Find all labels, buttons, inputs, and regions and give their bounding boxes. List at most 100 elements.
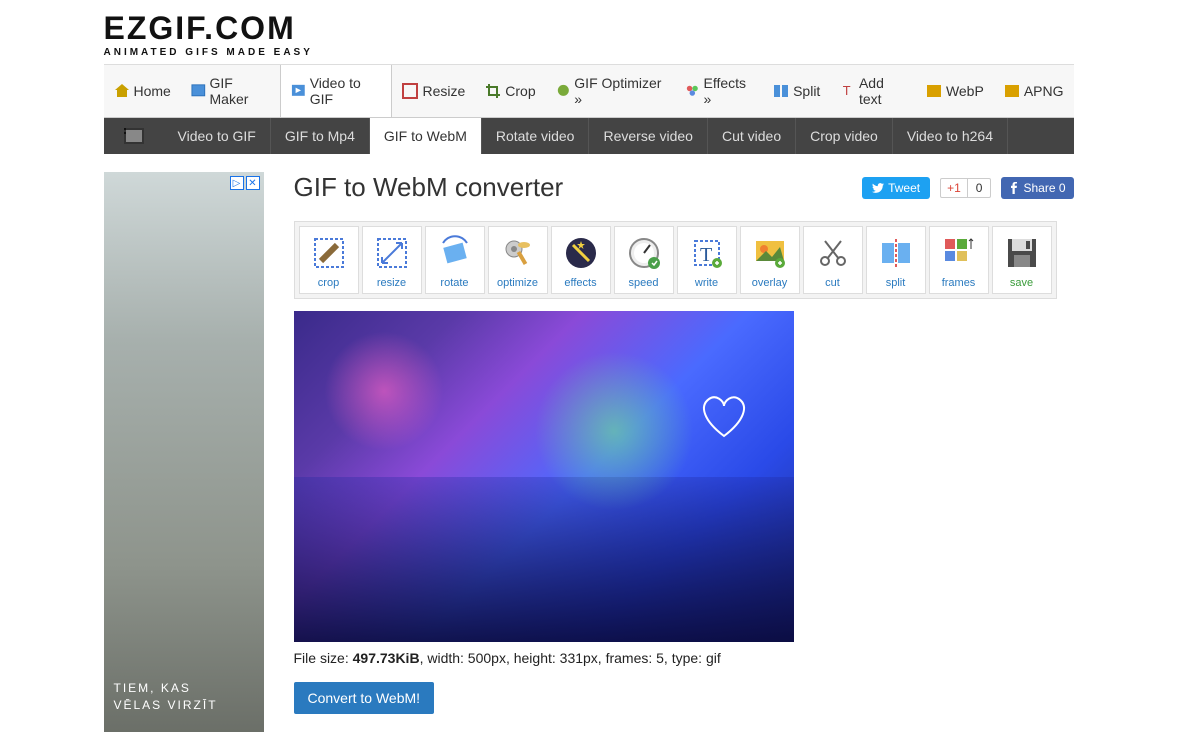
nav-home[interactable]: Home bbox=[104, 65, 181, 117]
subnav-cut[interactable]: Cut video bbox=[708, 118, 796, 154]
tool-overlay[interactable]: overlay bbox=[740, 226, 800, 294]
tool-label: effects bbox=[554, 277, 608, 289]
nav-label: Home bbox=[134, 83, 171, 99]
tool-effects[interactable]: effects bbox=[551, 226, 611, 294]
speed-icon bbox=[624, 233, 664, 273]
subnav-label: Cut video bbox=[722, 128, 781, 144]
frames-icon bbox=[939, 233, 979, 273]
subnav-video-to-gif[interactable]: Video to GIF bbox=[164, 118, 271, 154]
resize-icon bbox=[402, 83, 418, 99]
subnav-label: Video to h264 bbox=[907, 128, 993, 144]
file-dims: , width: 500px, height: 331px, frames: 5… bbox=[420, 650, 721, 666]
tweet-label: Tweet bbox=[888, 181, 920, 195]
convert-button[interactable]: Convert to WebM! bbox=[294, 682, 435, 714]
nav-label: Resize bbox=[422, 83, 465, 99]
subnav-label: Reverse video bbox=[603, 128, 693, 144]
tool-cut[interactable]: cut bbox=[803, 226, 863, 294]
subnav-label: Crop video bbox=[810, 128, 878, 144]
tool-label: speed bbox=[617, 277, 671, 289]
tool-save[interactable]: save bbox=[992, 226, 1052, 294]
tool-speed[interactable]: speed bbox=[614, 226, 674, 294]
tool-label: split bbox=[869, 277, 923, 289]
gif-preview bbox=[294, 311, 794, 642]
primary-nav: Home GIF Maker Video to GIF Resize Crop … bbox=[104, 64, 1074, 118]
cut-icon bbox=[813, 233, 853, 273]
ad-text: TIEM, KAS VĒLAS VIRZĪT bbox=[114, 680, 254, 714]
crop-icon bbox=[309, 233, 349, 273]
file-size-label: File size: bbox=[294, 650, 353, 666]
save-icon bbox=[1002, 233, 1042, 273]
ad-info-icon[interactable]: ▷ bbox=[230, 176, 244, 190]
nav-label: Crop bbox=[505, 83, 535, 99]
logo[interactable]: EZGIF.COM ANIMATED GIFS MADE EASY bbox=[104, 10, 1074, 58]
tool-label: cut bbox=[806, 277, 860, 289]
logo-tagline: ANIMATED GIFS MADE EASY bbox=[104, 47, 1074, 58]
heart-icon bbox=[694, 391, 754, 441]
nav-add-text[interactable]: TAdd text bbox=[830, 65, 916, 117]
effects-icon bbox=[685, 83, 700, 99]
ad-line: VĒLAS VIRZĪT bbox=[114, 697, 254, 714]
resize-icon bbox=[372, 233, 412, 273]
logo-main: EZGIF.COM bbox=[104, 10, 1074, 47]
crop-icon bbox=[485, 83, 501, 99]
nav-label: WebP bbox=[946, 83, 984, 99]
svg-text:T: T bbox=[843, 83, 851, 98]
subnav-label: Video to GIF bbox=[178, 128, 256, 144]
text-icon: T bbox=[840, 83, 855, 99]
tool-label: resize bbox=[365, 277, 419, 289]
optimizer-icon bbox=[556, 83, 571, 99]
ad-line: TIEM, KAS bbox=[114, 680, 254, 697]
tool-label: save bbox=[995, 277, 1049, 289]
nav-apng[interactable]: APNG bbox=[994, 65, 1074, 117]
tool-rotate[interactable]: rotate bbox=[425, 226, 485, 294]
nav-label: GIF Optimizer » bbox=[574, 75, 665, 107]
split-icon bbox=[773, 83, 789, 99]
subnav-crop[interactable]: Crop video bbox=[796, 118, 893, 154]
main-content: GIF to WebM converter Tweet +1 0 Share 0 bbox=[294, 172, 1074, 732]
tool-bar: crop resize rotate optimize effects spee… bbox=[294, 221, 1057, 299]
nav-effects[interactable]: Effects » bbox=[675, 65, 763, 117]
tool-label: frames bbox=[932, 277, 986, 289]
nav-label: GIF Maker bbox=[210, 75, 271, 107]
tool-crop[interactable]: crop bbox=[299, 226, 359, 294]
tool-optimize[interactable]: optimize bbox=[488, 226, 548, 294]
fb-label: Share 0 bbox=[1023, 181, 1065, 195]
tool-frames[interactable]: frames bbox=[929, 226, 989, 294]
sidebar-ad[interactable]: ▷ ✕ TIEM, KAS VĒLAS VIRZĪT bbox=[104, 172, 264, 732]
nav-video-to-gif[interactable]: Video to GIF bbox=[280, 65, 392, 117]
page-title: GIF to WebM converter bbox=[294, 172, 564, 203]
file-size-value: 497.73KiB bbox=[353, 650, 420, 666]
tool-label: write bbox=[680, 277, 734, 289]
optimize-icon bbox=[498, 233, 538, 273]
ad-close-icon[interactable]: ✕ bbox=[246, 176, 260, 190]
facebook-icon bbox=[1009, 182, 1019, 194]
tool-write[interactable]: Twrite bbox=[677, 226, 737, 294]
subnav-reverse[interactable]: Reverse video bbox=[589, 118, 708, 154]
gplus-button[interactable]: +1 0 bbox=[940, 178, 991, 198]
subnav-h264[interactable]: Video to h264 bbox=[893, 118, 1008, 154]
subnav-rotate[interactable]: Rotate video bbox=[482, 118, 590, 154]
effects-icon bbox=[561, 233, 601, 273]
film-icon bbox=[104, 118, 164, 154]
apng-icon bbox=[1004, 83, 1020, 99]
subnav-gif-to-mp4[interactable]: GIF to Mp4 bbox=[271, 118, 370, 154]
nav-webp[interactable]: WebP bbox=[916, 65, 994, 117]
nav-gif-maker[interactable]: GIF Maker bbox=[181, 65, 280, 117]
subnav-label: Rotate video bbox=[496, 128, 575, 144]
subnav-label: GIF to WebM bbox=[384, 128, 467, 144]
split-icon bbox=[876, 233, 916, 273]
tweet-button[interactable]: Tweet bbox=[862, 177, 930, 199]
fb-share-button[interactable]: Share 0 bbox=[1001, 177, 1073, 199]
nav-label: APNG bbox=[1024, 83, 1064, 99]
tool-split[interactable]: split bbox=[866, 226, 926, 294]
nav-split[interactable]: Split bbox=[763, 65, 830, 117]
gplus-label: +1 bbox=[940, 178, 968, 198]
nav-label: Video to GIF bbox=[310, 75, 382, 107]
nav-optimizer[interactable]: GIF Optimizer » bbox=[546, 65, 675, 117]
rotate-icon bbox=[435, 233, 475, 273]
maker-icon bbox=[191, 83, 206, 99]
nav-crop[interactable]: Crop bbox=[475, 65, 545, 117]
nav-resize[interactable]: Resize bbox=[392, 65, 475, 117]
tool-resize[interactable]: resize bbox=[362, 226, 422, 294]
subnav-gif-to-webm[interactable]: GIF to WebM bbox=[370, 118, 482, 154]
